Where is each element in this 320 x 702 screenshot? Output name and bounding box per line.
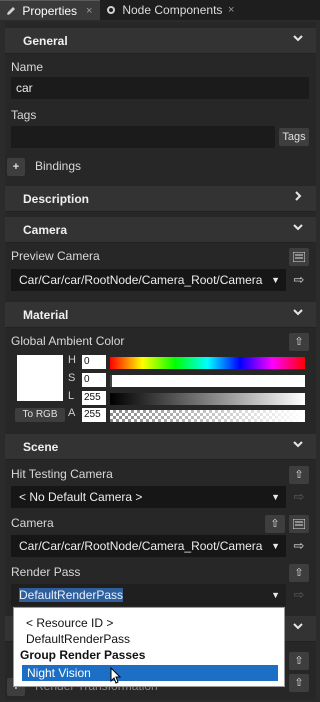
render-pass-label: Render Pass	[11, 565, 81, 579]
a-label: A	[68, 407, 76, 419]
upload-icon[interactable]: ⇧	[289, 674, 309, 692]
dropdown-value: Car/Car/car/RootNode/Camera_Root/Camera	[19, 273, 263, 287]
add-binding-button[interactable]: +	[7, 158, 25, 176]
section-title: Description	[23, 192, 90, 206]
dropdown-value: DefaultRenderPass	[19, 588, 124, 602]
upload-icon[interactable]: ⇧	[265, 515, 285, 533]
link-icon[interactable]: ⇨	[291, 587, 307, 603]
wrench-icon	[6, 4, 19, 18]
dropdown-arrow-icon: ▼	[271, 590, 280, 600]
chevron-down-icon	[292, 31, 304, 47]
scene-camera-label: Camera	[11, 516, 54, 530]
hit-camera-label: Hit Testing Camera	[11, 467, 113, 481]
tags-label: Tags	[11, 108, 37, 122]
to-rgb-button[interactable]: To RGB	[15, 408, 65, 422]
tab-label: Properties	[22, 4, 78, 18]
dropdown-arrow-icon: ▼	[271, 275, 280, 285]
section-title: Material	[23, 308, 69, 322]
ambient-color-label: Global Ambient Color	[11, 334, 125, 348]
hit-camera-dropdown[interactable]: < No Default Camera > ▼	[11, 486, 286, 508]
render-pass-popup: < Resource ID > DefaultRenderPass Group …	[13, 607, 285, 687]
tab-properties[interactable]: Properties ×	[0, 0, 100, 20]
section-title: Camera	[23, 223, 68, 237]
hue-slider[interactable]	[110, 357, 305, 369]
popup-item-resource-id[interactable]: < Resource ID >	[26, 616, 113, 630]
dropdown-value: < No Default Camera >	[19, 490, 143, 504]
section-scene[interactable]: Scene	[5, 434, 316, 460]
chevron-down-icon	[292, 619, 304, 635]
section-title: Scene	[23, 440, 59, 454]
link-icon[interactable]: ⇨	[291, 272, 307, 288]
upload-icon[interactable]: ⇧	[289, 564, 309, 582]
section-title: General	[23, 34, 68, 48]
lightness-input[interactable]: 255	[82, 391, 106, 405]
preview-camera-dropdown[interactable]: Car/Car/car/RootNode/Camera_Root/Camera …	[11, 269, 286, 291]
alpha-input[interactable]: 255	[82, 408, 106, 422]
section-material[interactable]: Material	[5, 302, 316, 328]
scene-camera-dropdown[interactable]: Car/Car/car/RootNode/Camera_Root/Camera …	[11, 535, 286, 557]
dropdown-arrow-icon: ▼	[271, 541, 280, 551]
tab-node-components[interactable]: Node Components ×	[100, 0, 246, 20]
chevron-down-icon	[292, 305, 304, 321]
section-general[interactable]: General	[5, 28, 316, 54]
chevron-down-icon	[292, 437, 304, 453]
tags-field[interactable]	[11, 126, 275, 148]
popup-group-header: Group Render Passes	[20, 648, 146, 662]
color-swatch[interactable]	[17, 355, 63, 401]
close-icon[interactable]: ×	[86, 1, 92, 21]
link-icon[interactable]: ⇨	[291, 489, 307, 505]
tab-bar: Properties × Node Components ×	[0, 0, 320, 20]
popup-item-night-vision[interactable]: Night Vision	[22, 665, 278, 681]
upload-icon[interactable]: ⇧	[289, 333, 309, 351]
mouse-cursor-icon	[110, 666, 122, 688]
chevron-right-icon	[292, 189, 304, 205]
dropdown-arrow-icon: ▼	[271, 492, 280, 502]
popup-item-default-pass[interactable]: DefaultRenderPass	[26, 632, 130, 646]
hue-input[interactable]: 0	[82, 355, 106, 369]
settings-icon	[106, 3, 119, 17]
l-label: L	[68, 390, 75, 402]
dropdown-value: Car/Car/car/RootNode/Camera_Root/Camera	[19, 539, 263, 553]
h-label: H	[68, 354, 76, 366]
name-label: Name	[11, 60, 44, 74]
list-icon[interactable]	[289, 248, 309, 266]
saturation-input[interactable]: 0	[82, 373, 106, 387]
properties-panel: General Name car Tags Tags + Bindings De…	[5, 22, 316, 700]
alpha-slider[interactable]	[110, 410, 305, 422]
tags-button[interactable]: Tags	[279, 128, 309, 146]
s-label: S	[68, 372, 76, 384]
link-icon[interactable]: ⇨	[291, 538, 307, 554]
section-camera[interactable]: Camera	[5, 217, 316, 243]
tab-label: Node Components	[122, 3, 223, 17]
close-icon[interactable]: ×	[228, 0, 234, 20]
name-field[interactable]: car	[11, 77, 309, 99]
bindings-label: Bindings	[35, 159, 82, 173]
upload-icon[interactable]: ⇧	[289, 466, 309, 484]
render-pass-dropdown[interactable]: DefaultRenderPass ▼	[11, 584, 286, 606]
saturation-slider[interactable]	[110, 375, 305, 387]
preview-camera-label: Preview Camera	[11, 249, 100, 263]
section-description[interactable]: Description	[5, 186, 316, 212]
lightness-slider[interactable]	[110, 393, 305, 405]
upload-icon[interactable]: ⇧	[289, 652, 309, 670]
list-icon[interactable]	[289, 515, 309, 533]
chevron-down-icon	[292, 220, 304, 236]
